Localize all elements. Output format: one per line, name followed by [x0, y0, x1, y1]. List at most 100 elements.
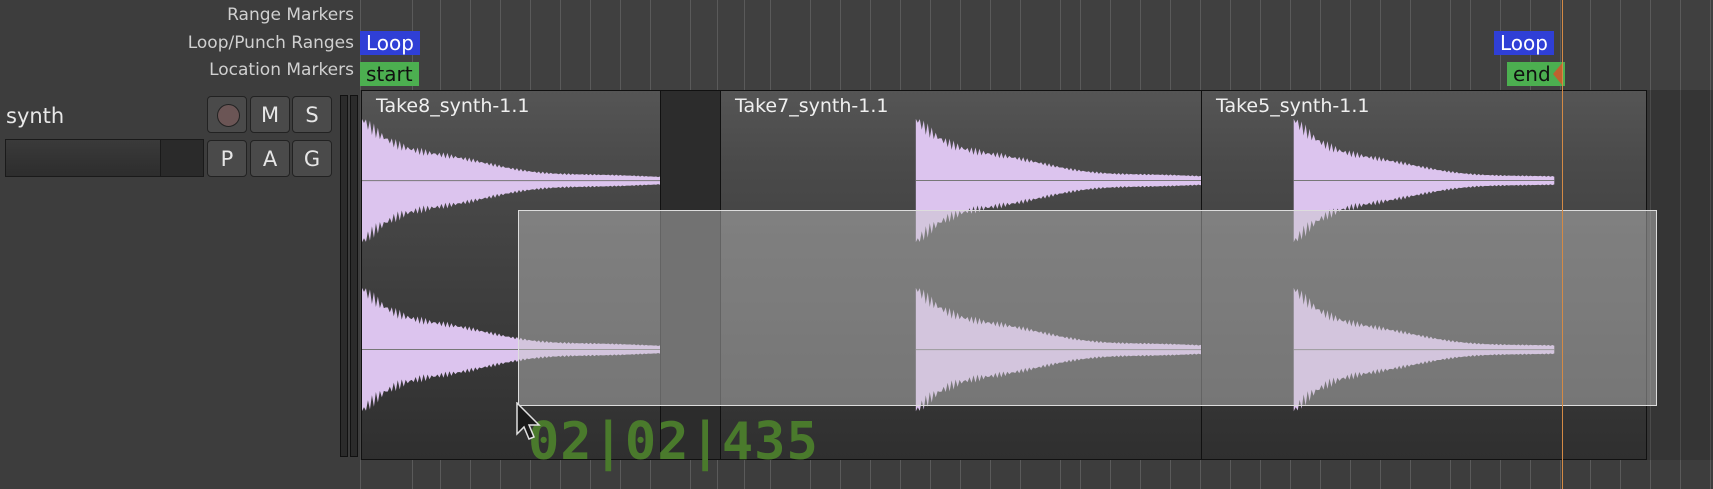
- grid-line: [960, 460, 961, 489]
- grid-line: [1710, 460, 1711, 489]
- grid-line: [1200, 460, 1201, 489]
- grid-line: [744, 0, 745, 90]
- grid-line: [1290, 460, 1291, 489]
- grid-line: [1620, 0, 1621, 90]
- level-meter-left: [340, 95, 348, 457]
- grid-line: [870, 460, 871, 489]
- mouse-pointer-icon: [516, 402, 541, 440]
- grid-line: [1620, 460, 1621, 489]
- grid-line: [1110, 0, 1111, 90]
- grid-line: [1140, 460, 1141, 489]
- grid-line: [1680, 0, 1681, 90]
- grid-line: [500, 0, 501, 90]
- grid-line: [1710, 0, 1711, 90]
- grid-line: [1320, 460, 1321, 489]
- grid-line: [1200, 0, 1201, 90]
- grid-line: [1380, 0, 1381, 90]
- gain-fader-fill: [6, 140, 161, 176]
- record-dot-icon: [217, 104, 240, 127]
- grid-line: [1230, 0, 1231, 90]
- gain-fader[interactable]: [5, 139, 204, 177]
- grid-line: [770, 0, 771, 90]
- grid-line: [990, 460, 991, 489]
- grid-line: [1590, 460, 1591, 489]
- grid-line: [1530, 460, 1531, 489]
- level-meter-right: [350, 95, 358, 457]
- grid-line: [1710, 90, 1711, 460]
- grid-line: [900, 460, 901, 489]
- range-markers-label: Range Markers: [227, 5, 354, 25]
- region-name: Take7_synth-1.1: [735, 95, 889, 117]
- grid-line: [960, 0, 961, 90]
- grid-line: [360, 460, 361, 489]
- grid-line: [470, 460, 471, 489]
- grid-line: [1560, 460, 1561, 489]
- grid-line: [530, 0, 531, 90]
- group-button[interactable]: G: [292, 140, 332, 177]
- grid-line: [1450, 0, 1451, 90]
- grid-line: [412, 460, 413, 489]
- cursor-timecode: 02|02|435: [528, 412, 819, 472]
- automation-button[interactable]: A: [250, 140, 290, 177]
- grid-line: [810, 0, 811, 90]
- grid-line: [1060, 460, 1061, 489]
- grid-line: [1500, 460, 1501, 489]
- record-arm-button[interactable]: [207, 96, 247, 133]
- grid-line: [1140, 0, 1141, 90]
- grid-line: [440, 460, 441, 489]
- grid-line: [930, 0, 931, 90]
- grid-line: [1320, 0, 1321, 90]
- grid-line: [1680, 90, 1681, 460]
- loop-start-marker[interactable]: Loop: [360, 31, 420, 55]
- grid-line: [840, 0, 841, 90]
- grid-line: [1590, 0, 1591, 90]
- grid-line: [1380, 460, 1381, 489]
- track-name[interactable]: synth: [6, 104, 64, 128]
- ruler-labels: Range Markers Loop/Punch Ranges Location…: [0, 0, 360, 90]
- grid-line: [1650, 460, 1651, 489]
- playhead-line[interactable]: [1562, 0, 1563, 489]
- grid-line: [1470, 460, 1471, 489]
- region-name: Take5_synth-1.1: [1216, 95, 1370, 117]
- mute-button[interactable]: M: [250, 96, 290, 133]
- grid-line: [620, 0, 621, 90]
- grid-line: [590, 0, 591, 90]
- grid-line: [900, 0, 901, 90]
- grid-line: [1060, 0, 1061, 90]
- grid-line: [1230, 460, 1231, 489]
- grid-line: [1290, 0, 1291, 90]
- grid-line: [990, 0, 991, 90]
- grid-line: [690, 0, 691, 90]
- solo-button[interactable]: S: [292, 96, 332, 133]
- grid-line: [1110, 460, 1111, 489]
- track-header: synth M S P A G: [0, 90, 360, 460]
- grid-line: [1020, 460, 1021, 489]
- ruler-area[interactable]: Loop Loop start end: [360, 0, 1713, 90]
- location-markers-label: Location Markers: [209, 60, 354, 80]
- grid-line: [1680, 460, 1681, 489]
- grid-line: [870, 0, 871, 90]
- grid-line: [1350, 0, 1351, 90]
- region-name: Take8_synth-1.1: [376, 95, 530, 117]
- grid-line: [500, 460, 501, 489]
- grid-line: [1450, 460, 1451, 489]
- grid-line: [1170, 0, 1171, 90]
- grid-line: [1020, 0, 1021, 90]
- grid-line: [1410, 0, 1411, 90]
- selection-rectangle[interactable]: [518, 210, 1657, 406]
- grid-line: [650, 0, 651, 90]
- grid-line: [1080, 0, 1081, 90]
- grid-line: [840, 460, 841, 489]
- grid-line: [1350, 460, 1351, 489]
- grid-line: [1650, 0, 1651, 90]
- loop-punch-ranges-label: Loop/Punch Ranges: [187, 33, 354, 53]
- grid-line: [1080, 460, 1081, 489]
- grid-line: [930, 460, 931, 489]
- grid-line: [440, 0, 441, 90]
- grid-line: [1260, 460, 1261, 489]
- start-marker[interactable]: start: [360, 62, 419, 86]
- grid-line: [717, 0, 718, 90]
- grid-line: [1170, 460, 1171, 489]
- loop-end-marker[interactable]: Loop: [1494, 31, 1554, 55]
- playlist-button[interactable]: P: [207, 140, 247, 177]
